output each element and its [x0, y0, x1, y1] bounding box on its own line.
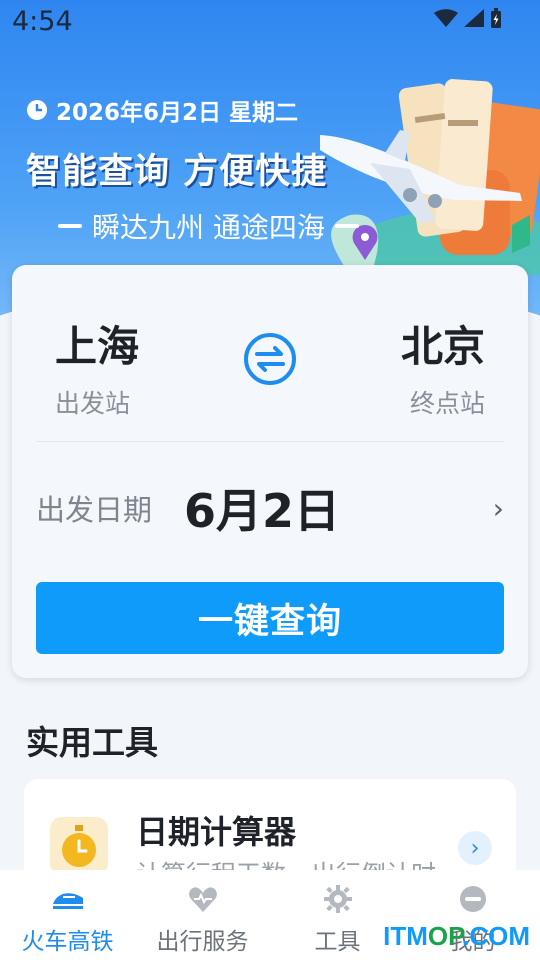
user-icon: [456, 882, 490, 916]
train-icon: [51, 882, 85, 916]
chevron-right-circle-icon[interactable]: ›: [458, 831, 492, 865]
query-button[interactable]: 一键查询: [36, 582, 504, 654]
watermark-blue: ITM: [383, 921, 428, 951]
swap-stations-icon[interactable]: [243, 332, 297, 386]
from-station[interactable]: 上海 出发站: [55, 313, 139, 420]
wifi-icon: [434, 9, 458, 27]
from-station-name: 上海: [55, 322, 140, 371]
to-station[interactable]: 北京 终点站: [401, 313, 485, 420]
header-date: 2026年6月2日 星期二: [26, 93, 298, 127]
header-date-text: 2026年6月2日 星期二: [56, 100, 299, 126]
to-station-label: 终点站: [409, 389, 485, 418]
watermark-blue2: .COM: [462, 921, 530, 951]
gear-icon: [321, 882, 355, 916]
departure-date-label: 出发日期: [36, 493, 153, 527]
battery-icon: [491, 8, 501, 28]
dash-right: [334, 224, 359, 228]
heart-service-icon: [186, 882, 220, 916]
watermark-green: OP: [427, 921, 463, 951]
departure-date-value: 6月2日: [184, 484, 341, 538]
from-station-label: 出发站: [55, 389, 131, 418]
to-station-name: 北京: [400, 322, 485, 371]
search-card: 上海 出发站 北京 终点站 出发日期 6月2日 › 一键查询: [12, 265, 528, 678]
tool-name: 日期计算器: [136, 813, 297, 851]
status-time: 4:54: [12, 6, 73, 37]
stopwatch-icon: [50, 817, 108, 875]
departure-date-row[interactable]: 出发日期 6月2日 ›: [36, 473, 504, 543]
sub-slogan: 瞬达九州 通途四海: [58, 206, 359, 246]
dash-left: [58, 224, 82, 228]
clock-icon: [27, 100, 47, 120]
cellular-signal-icon: [464, 9, 484, 27]
nav-item-service[interactable]: 出行服务: [135, 870, 270, 960]
sub-slogan-text: 瞬达九州 通途四海: [92, 211, 325, 244]
tools-section-title: 实用工具: [26, 723, 158, 762]
slogan: 智能查询 方便快捷: [26, 152, 328, 192]
divider: [36, 441, 504, 442]
nav-item-train[interactable]: 火车高铁: [0, 870, 135, 960]
watermark: ITMOP.COM: [383, 921, 530, 952]
nav-label: 工具: [314, 929, 361, 955]
chevron-right-icon: ›: [492, 491, 504, 525]
nav-label: 出行服务: [156, 929, 249, 955]
status-bar: 4:54: [0, 0, 540, 46]
nav-label: 火车高铁: [21, 929, 114, 955]
